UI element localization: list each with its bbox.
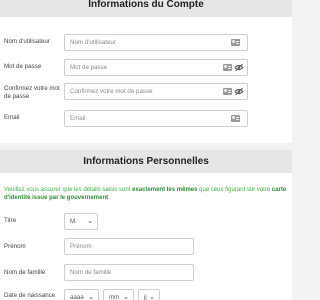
last-name-label: Nom de famille — [4, 269, 46, 276]
chevron-down-icon: ⌄ — [149, 294, 155, 300]
password-input[interactable]: Mot de passe — [64, 59, 248, 76]
first-name-placeholder: Prénom — [70, 243, 92, 250]
eye-slash-icon[interactable] — [234, 63, 244, 72]
personal-section-title: Informations Personnelles — [0, 150, 292, 173]
confirm-password-input[interactable]: Confirmez votre mot de passe — [64, 83, 248, 100]
birth-day-placeholder: jj — [144, 294, 147, 300]
id-card-icon — [231, 39, 240, 46]
id-card-icon — [223, 88, 232, 95]
personal-form: Veuillez vous assurer que les détails sa… — [0, 173, 292, 300]
first-name-label: Prénom — [4, 243, 26, 250]
chevron-down-icon: ⌄ — [87, 218, 93, 225]
identity-notice: Veuillez vous assurer que les détails sa… — [4, 187, 288, 202]
birth-day-select[interactable]: jj ⌄ — [138, 289, 160, 300]
title-label: Titre — [4, 217, 17, 224]
notice-text-2: que ceux figurant sur votre — [197, 187, 272, 193]
email-label: Email — [4, 114, 20, 121]
username-input[interactable]: Nom d'utilisateur — [64, 34, 248, 51]
email-input[interactable]: Email — [64, 110, 248, 127]
username-placeholder: Nom d'utilisateur — [70, 39, 116, 46]
birth-month-placeholder: mm — [109, 294, 120, 300]
last-name-input[interactable]: Nom de famille — [64, 264, 194, 281]
password-placeholder: Mot de passe — [70, 64, 108, 71]
password-label: Mot de passe — [4, 63, 42, 70]
first-name-input[interactable]: Prénom — [64, 238, 194, 255]
account-section-title: Informations du Compte — [0, 0, 292, 17]
confirm-password-label: Confirmez votre mot de passe — [4, 85, 60, 100]
birth-month-select[interactable]: mm ⌄ — [103, 289, 134, 300]
id-card-icon — [223, 64, 232, 71]
account-form: Nom d'utilisateur Nom d'utilisateur Mot … — [0, 17, 292, 143]
confirm-password-placeholder: Confirmez votre mot de passe — [70, 88, 153, 95]
eye-slash-icon[interactable] — [234, 87, 244, 96]
birth-year-placeholder: aaaa — [70, 294, 84, 300]
username-label: Nom d'utilisateur — [4, 38, 50, 45]
title-select[interactable]: M. ⌄ — [64, 213, 98, 230]
notice-text-1: Veuillez vous assurer que les détails sa… — [4, 187, 133, 193]
chevron-down-icon: ⌄ — [123, 294, 129, 300]
birth-year-select[interactable]: aaaa ⌄ — [64, 289, 99, 300]
birth-date-label: Date de naissance — [4, 292, 56, 299]
last-name-placeholder: Nom de famille — [70, 269, 112, 276]
notice-bold-1: exactement les mêmes — [132, 187, 198, 193]
chevron-down-icon: ⌄ — [88, 294, 94, 300]
email-placeholder: Email — [70, 115, 86, 122]
id-card-icon — [231, 115, 240, 122]
title-select-value: M. — [70, 218, 77, 225]
